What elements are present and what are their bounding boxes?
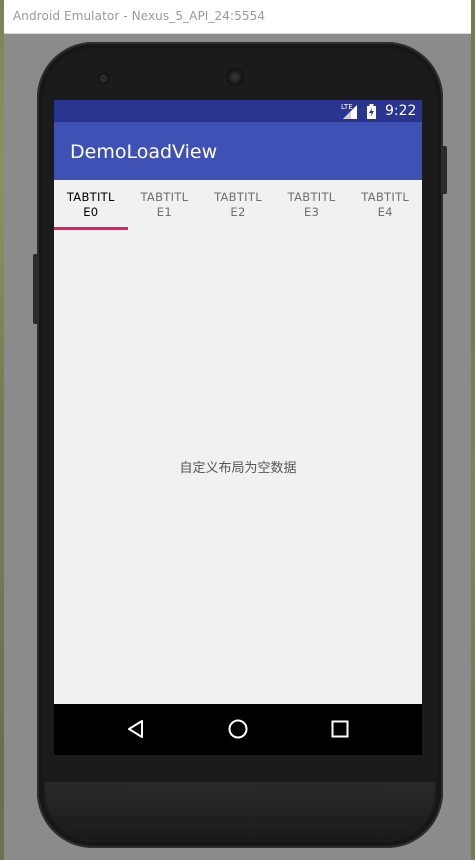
home-icon[interactable]: [226, 717, 250, 741]
navigation-bar: [54, 704, 422, 755]
earpiece-speaker-icon: [226, 68, 244, 86]
status-time: 9:22: [385, 103, 417, 119]
power-button[interactable]: [442, 146, 447, 194]
window-titlebar[interactable]: Android Emulator - Nexus_5_API_24:5554: [4, 0, 471, 34]
tab-e1[interactable]: TABTITL E1: [128, 180, 202, 230]
tab-bar: TABTITL E0 TABTITL E1 TABTITL E2 TABTITL…: [54, 180, 422, 230]
emulator-window: Android Emulator - Nexus_5_API_24:5554 L…: [4, 0, 471, 860]
tab-e2[interactable]: TABTITL E2: [201, 180, 275, 230]
status-bar: LTE 9:22: [54, 100, 422, 122]
phone-chin: [45, 782, 435, 840]
tab-e3[interactable]: TABTITL E3: [275, 180, 349, 230]
signal-icon: [343, 105, 357, 119]
back-icon[interactable]: [124, 717, 148, 741]
tab-label: TABTITL E1: [140, 190, 189, 219]
tab-indicator: [54, 227, 128, 230]
tab-label: TABTITL E3: [287, 190, 336, 219]
tab-label: TABTITL E4: [361, 190, 410, 219]
tab-e0[interactable]: TABTITL E0: [54, 180, 128, 230]
battery-charging-icon: [367, 104, 376, 119]
empty-state-message: 自定义布局为空数据: [179, 461, 297, 476]
app-bar: DemoLoadView: [54, 122, 422, 180]
tab-label: TABTITL E2: [214, 190, 262, 219]
window-title: Android Emulator - Nexus_5_API_24:5554: [13, 9, 266, 23]
device-screen: LTE 9:22 DemoLoadView TABTITL E0 TABTITL…: [54, 100, 422, 755]
recents-icon[interactable]: [328, 717, 352, 741]
volume-button[interactable]: [33, 254, 38, 324]
front-camera-icon: [99, 74, 108, 83]
tab-e4[interactable]: TABTITL E4: [348, 180, 422, 230]
app-title: DemoLoadView: [70, 141, 218, 163]
tab-label: TABTITL E0: [66, 190, 115, 219]
